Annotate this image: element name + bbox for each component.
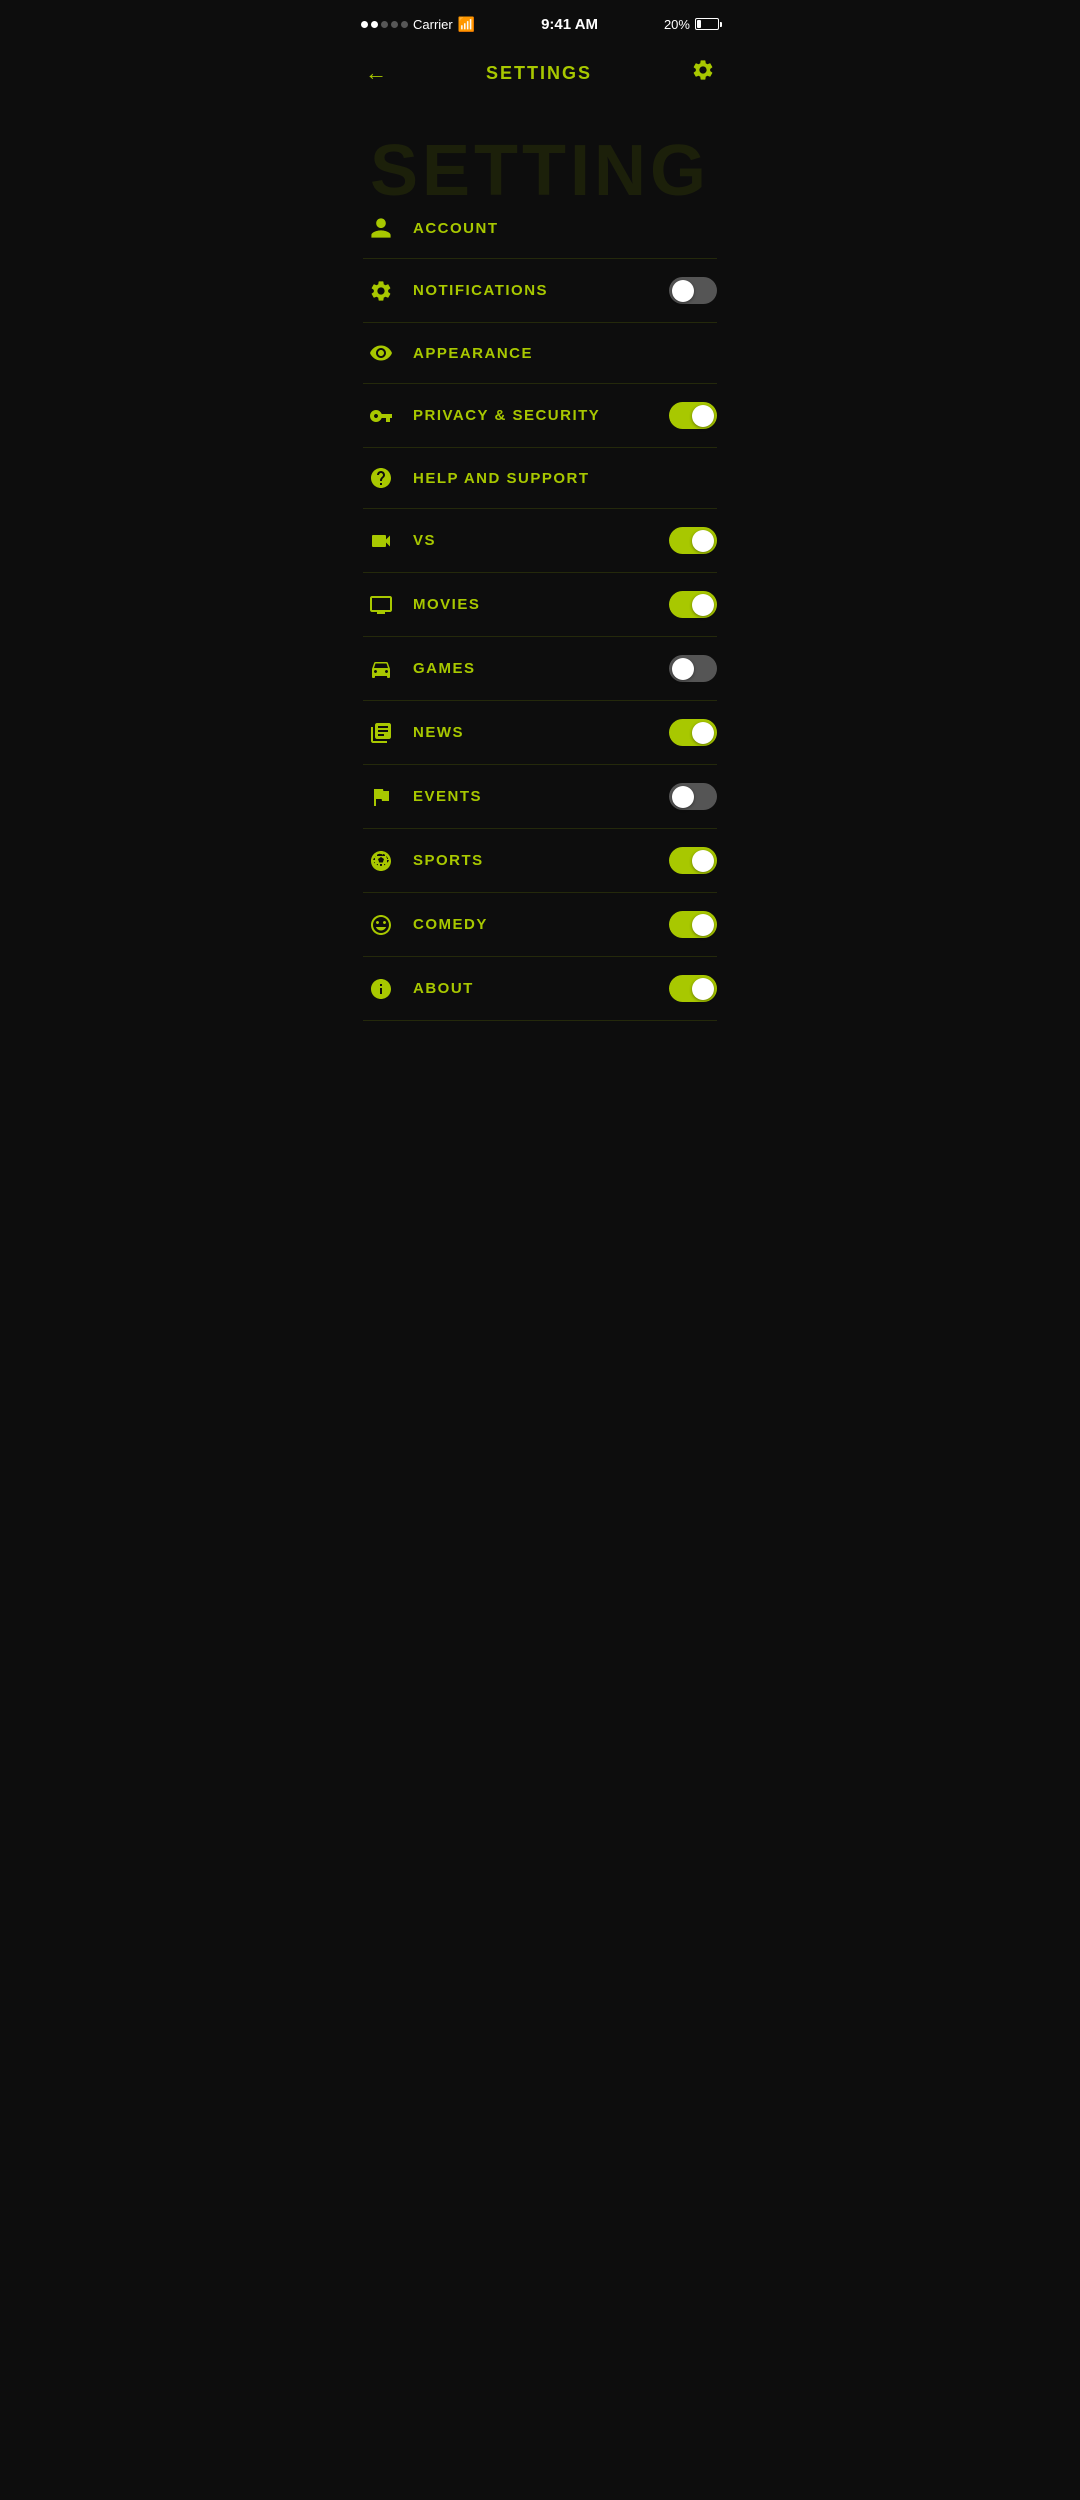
toggle-movies[interactable] [669,591,717,618]
setting-label-sports: SPORTS [413,852,669,869]
setting-item-events[interactable]: EVENTS [363,765,717,829]
setting-item-account[interactable]: ACCOUNT [363,198,717,259]
person-icon [363,216,399,240]
wifi-icon: 📶 [458,16,475,33]
info-icon [363,977,399,1001]
toggle-about[interactable] [669,975,717,1002]
top-nav: ← SETTINGS [345,44,735,98]
toggle-thumb-news [692,722,714,744]
toggle-thumb-games [672,658,694,680]
toggle-notifications[interactable] [669,277,717,304]
smiley-icon [363,913,399,937]
toggle-events[interactable] [669,783,717,810]
setting-item-sports[interactable]: SPORTS [363,829,717,893]
toggle-thumb-vs [692,530,714,552]
toggle-news[interactable] [669,719,717,746]
carrier-label: Carrier [413,17,453,32]
eye-icon [363,341,399,365]
toggle-thumb-about [692,978,714,1000]
toggle-thumb-privacy-security [692,405,714,427]
toggle-vs[interactable] [669,527,717,554]
toggle-thumb-movies [692,594,714,616]
gear-icon [363,279,399,303]
toggle-privacy-security[interactable] [669,402,717,429]
setting-item-privacy-security[interactable]: PRIVACY & SECURITY [363,384,717,448]
status-time: 9:41 AM [541,16,598,33]
toggle-sports[interactable] [669,847,717,874]
toggle-games[interactable] [669,655,717,682]
battery-icon [695,18,719,30]
battery-percent: 20% [664,17,690,32]
status-right: 20% [664,17,719,32]
setting-item-vs[interactable]: VS [363,509,717,573]
page-title: SETTINGS [486,63,592,84]
key-icon [363,404,399,428]
signal-dots [361,21,408,28]
setting-item-help-support[interactable]: HELP AND SUPPORT [363,448,717,509]
setting-label-comedy: COMEDY [413,916,669,933]
support-icon [363,466,399,490]
setting-label-vs: VS [413,532,669,549]
back-button[interactable]: ← [365,60,387,86]
soccer-icon [363,849,399,873]
toggle-thumb-notifications [672,280,694,302]
toggle-thumb-events [672,786,694,808]
status-bar: Carrier 📶 9:41 AM 20% [345,0,735,44]
status-left: Carrier 📶 [361,16,475,33]
setting-label-games: GAMES [413,660,669,677]
toggle-comedy[interactable] [669,911,717,938]
setting-item-notifications[interactable]: NOTIFICATIONS [363,259,717,323]
setting-item-news[interactable]: NEWS [363,701,717,765]
setting-label-privacy-security: PRIVACY & SECURITY [413,407,669,424]
setting-label-news: NEWS [413,724,669,741]
settings-list: ACCOUNT NOTIFICATIONS APPEARANCE PRIVACY & … [345,198,735,1021]
setting-label-notifications: NOTIFICATIONS [413,282,669,299]
setting-label-about: ABOUT [413,980,669,997]
setting-item-about[interactable]: ABOUT [363,957,717,1021]
setting-label-movies: MOVIES [413,596,669,613]
setting-label-help-support: HELP AND SUPPORT [413,470,717,487]
setting-item-appearance[interactable]: APPEARANCE [363,323,717,384]
tv-icon [363,593,399,617]
news-icon [363,721,399,745]
setting-item-movies[interactable]: MOVIES [363,573,717,637]
car-icon [363,657,399,681]
settings-icon[interactable] [691,58,715,88]
flag-icon [363,785,399,809]
setting-item-games[interactable]: GAMES [363,637,717,701]
camera-icon [363,529,399,553]
setting-item-comedy[interactable]: COMEDY [363,893,717,957]
setting-label-appearance: APPEARANCE [413,345,717,362]
toggle-thumb-sports [692,850,714,872]
setting-label-account: ACCOUNT [413,220,717,237]
toggle-thumb-comedy [692,914,714,936]
setting-label-events: EVENTS [413,788,669,805]
